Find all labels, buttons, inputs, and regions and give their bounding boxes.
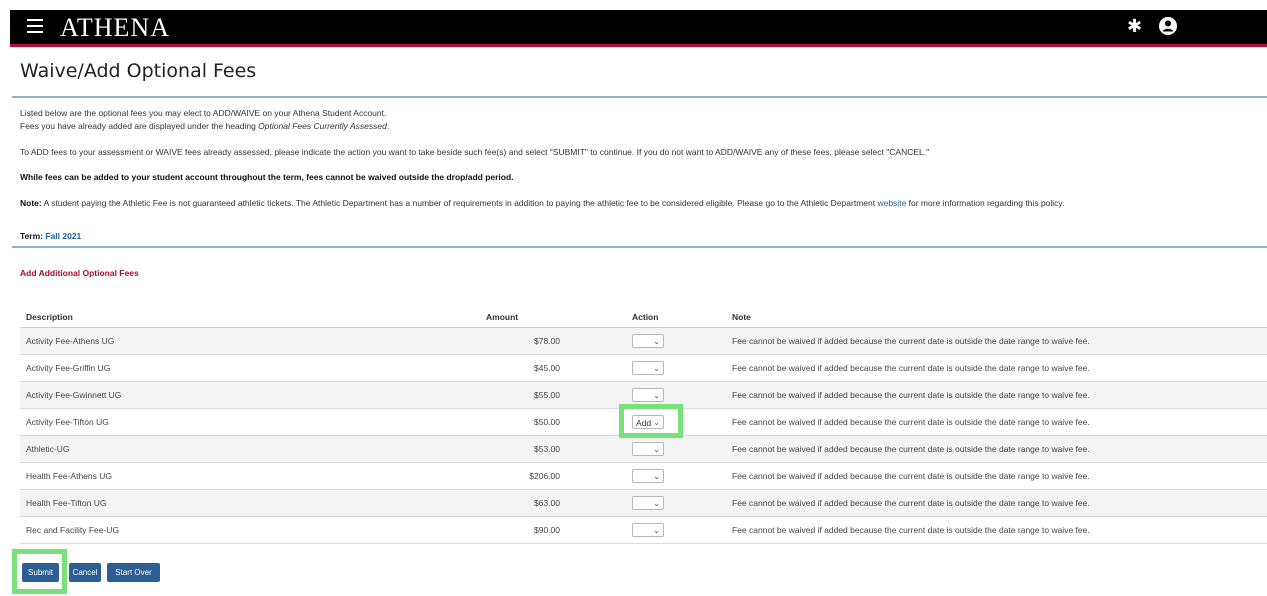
athletic-website-link[interactable]: website — [877, 198, 906, 208]
action-select[interactable]: ⌄ — [632, 361, 664, 375]
table-row: Activity Fee-Athens UG $78.00 ⌄ Fee cann… — [20, 327, 1267, 355]
chevron-down-icon: ⌄ — [653, 526, 660, 535]
fee-amount: $45.00 — [486, 354, 560, 382]
fee-note: Fee cannot be waived if added because th… — [732, 435, 1267, 463]
action-select[interactable]: ⌄ — [632, 523, 664, 537]
action-select[interactable]: ⌄ — [632, 334, 664, 348]
fee-description: Activity Fee-Gwinnett UG — [20, 381, 486, 409]
fee-amount: $206.00 — [486, 462, 560, 490]
gear-icon[interactable]: ✱ — [1127, 16, 1142, 36]
intro-line-1: Listed below are the optional fees you m… — [20, 108, 387, 118]
chevron-down-icon: ⌄ — [653, 418, 660, 427]
fee-amount: $50.00 — [486, 408, 560, 436]
optional-fees-table: Description Amount Action Note Activity … — [20, 307, 1267, 544]
table-row: Rec and Facility Fee-UG $90.00 ⌄ Fee can… — [20, 516, 1267, 544]
term-value: Fall 2021 — [45, 231, 82, 241]
fee-amount: $63.00 — [486, 489, 560, 517]
left-margin — [0, 0, 10, 596]
fee-description: Activity Fee-Athens UG — [20, 327, 486, 355]
table-row: Health Fee-Tifton UG $63.00 ⌄ Fee cannot… — [20, 489, 1267, 517]
fee-note: Fee cannot be waived if added because th… — [732, 462, 1267, 490]
chevron-down-icon: ⌄ — [653, 364, 660, 373]
fee-amount: $55.00 — [486, 381, 560, 409]
fee-amount: $53.00 — [486, 435, 560, 463]
section-title: Add Additional Optional Fees — [20, 268, 139, 278]
action-select[interactable]: ⌄ — [632, 388, 664, 402]
fee-amount: $90.00 — [486, 516, 560, 544]
fee-note: Fee cannot be waived if added because th… — [732, 354, 1267, 382]
page-title: Waive/Add Optional Fees — [20, 60, 257, 82]
header-amount: Amount — [486, 307, 560, 328]
action-select[interactable]: Add ⌄ — [632, 415, 664, 429]
top-navigation-bar: ATHENA ✱ — [10, 10, 1267, 47]
fee-description: Rec and Facility Fee-UG — [20, 516, 486, 544]
intro-line-2: Fees you have already added are displaye… — [20, 121, 390, 131]
submit-button[interactable]: Submit — [22, 563, 59, 582]
fee-description: Health Fee-Tifton UG — [20, 489, 486, 517]
table-row: Activity Fee-Tifton UG $50.00 Add ⌄ Fee c… — [20, 404, 1267, 438]
drop-add-warning: While fees can be added to your student … — [20, 172, 514, 182]
user-icon[interactable] — [1158, 16, 1178, 36]
chevron-down-icon: ⌄ — [653, 337, 660, 346]
fee-description: Athletic-UG — [20, 435, 486, 463]
term-divider — [12, 246, 1267, 248]
chevron-down-icon: ⌄ — [653, 445, 660, 454]
header-description: Description — [20, 307, 486, 328]
action-select[interactable]: ⌄ — [632, 496, 664, 510]
fee-amount: $78.00 — [486, 327, 560, 355]
table-header-row: Description Amount Action Note — [20, 307, 1267, 328]
fee-description: Activity Fee-Griffin UG — [20, 354, 486, 382]
hamburger-menu-icon[interactable] — [27, 19, 43, 33]
fee-description: Health Fee-Athens UG — [20, 462, 486, 490]
instructions-text: To ADD fees to your assessment or WAIVE … — [20, 147, 930, 157]
chevron-down-icon: ⌄ — [653, 499, 660, 508]
fee-description: Activity Fee-Tifton UG — [20, 408, 486, 436]
title-divider — [12, 96, 1267, 98]
cancel-button[interactable]: Cancel — [69, 563, 101, 582]
fee-note: Fee cannot be waived if added because th… — [732, 381, 1267, 409]
fee-note: Fee cannot be waived if added because th… — [732, 489, 1267, 517]
header-action: Action — [632, 307, 732, 328]
table-row: Health Fee-Athens UG $206.00 ⌄ Fee canno… — [20, 462, 1267, 490]
fee-note: Fee cannot be waived if added because th… — [732, 327, 1267, 355]
add-selection-highlight: Add ⌄ — [619, 404, 683, 438]
fee-note: Fee cannot be waived if added because th… — [732, 516, 1267, 544]
fee-note: Fee cannot be waived if added because th… — [732, 408, 1267, 436]
chevron-down-icon: ⌄ — [653, 472, 660, 481]
start-over-button[interactable]: Start Over — [107, 563, 160, 582]
table-row: Athletic-UG $53.00 ⌄ Fee cannot be waive… — [20, 435, 1267, 463]
brand-logo[interactable]: ATHENA — [60, 13, 170, 43]
athletic-note: Note: A student paying the Athletic Fee … — [20, 198, 1065, 208]
term-info: Term: Fall 2021 — [20, 231, 82, 241]
table-row: Activity Fee-Griffin UG $45.00 ⌄ Fee can… — [20, 354, 1267, 382]
chevron-down-icon: ⌄ — [653, 391, 660, 400]
action-select[interactable]: ⌄ — [632, 442, 664, 456]
header-note: Note — [732, 307, 1267, 328]
action-select[interactable]: ⌄ — [632, 469, 664, 483]
